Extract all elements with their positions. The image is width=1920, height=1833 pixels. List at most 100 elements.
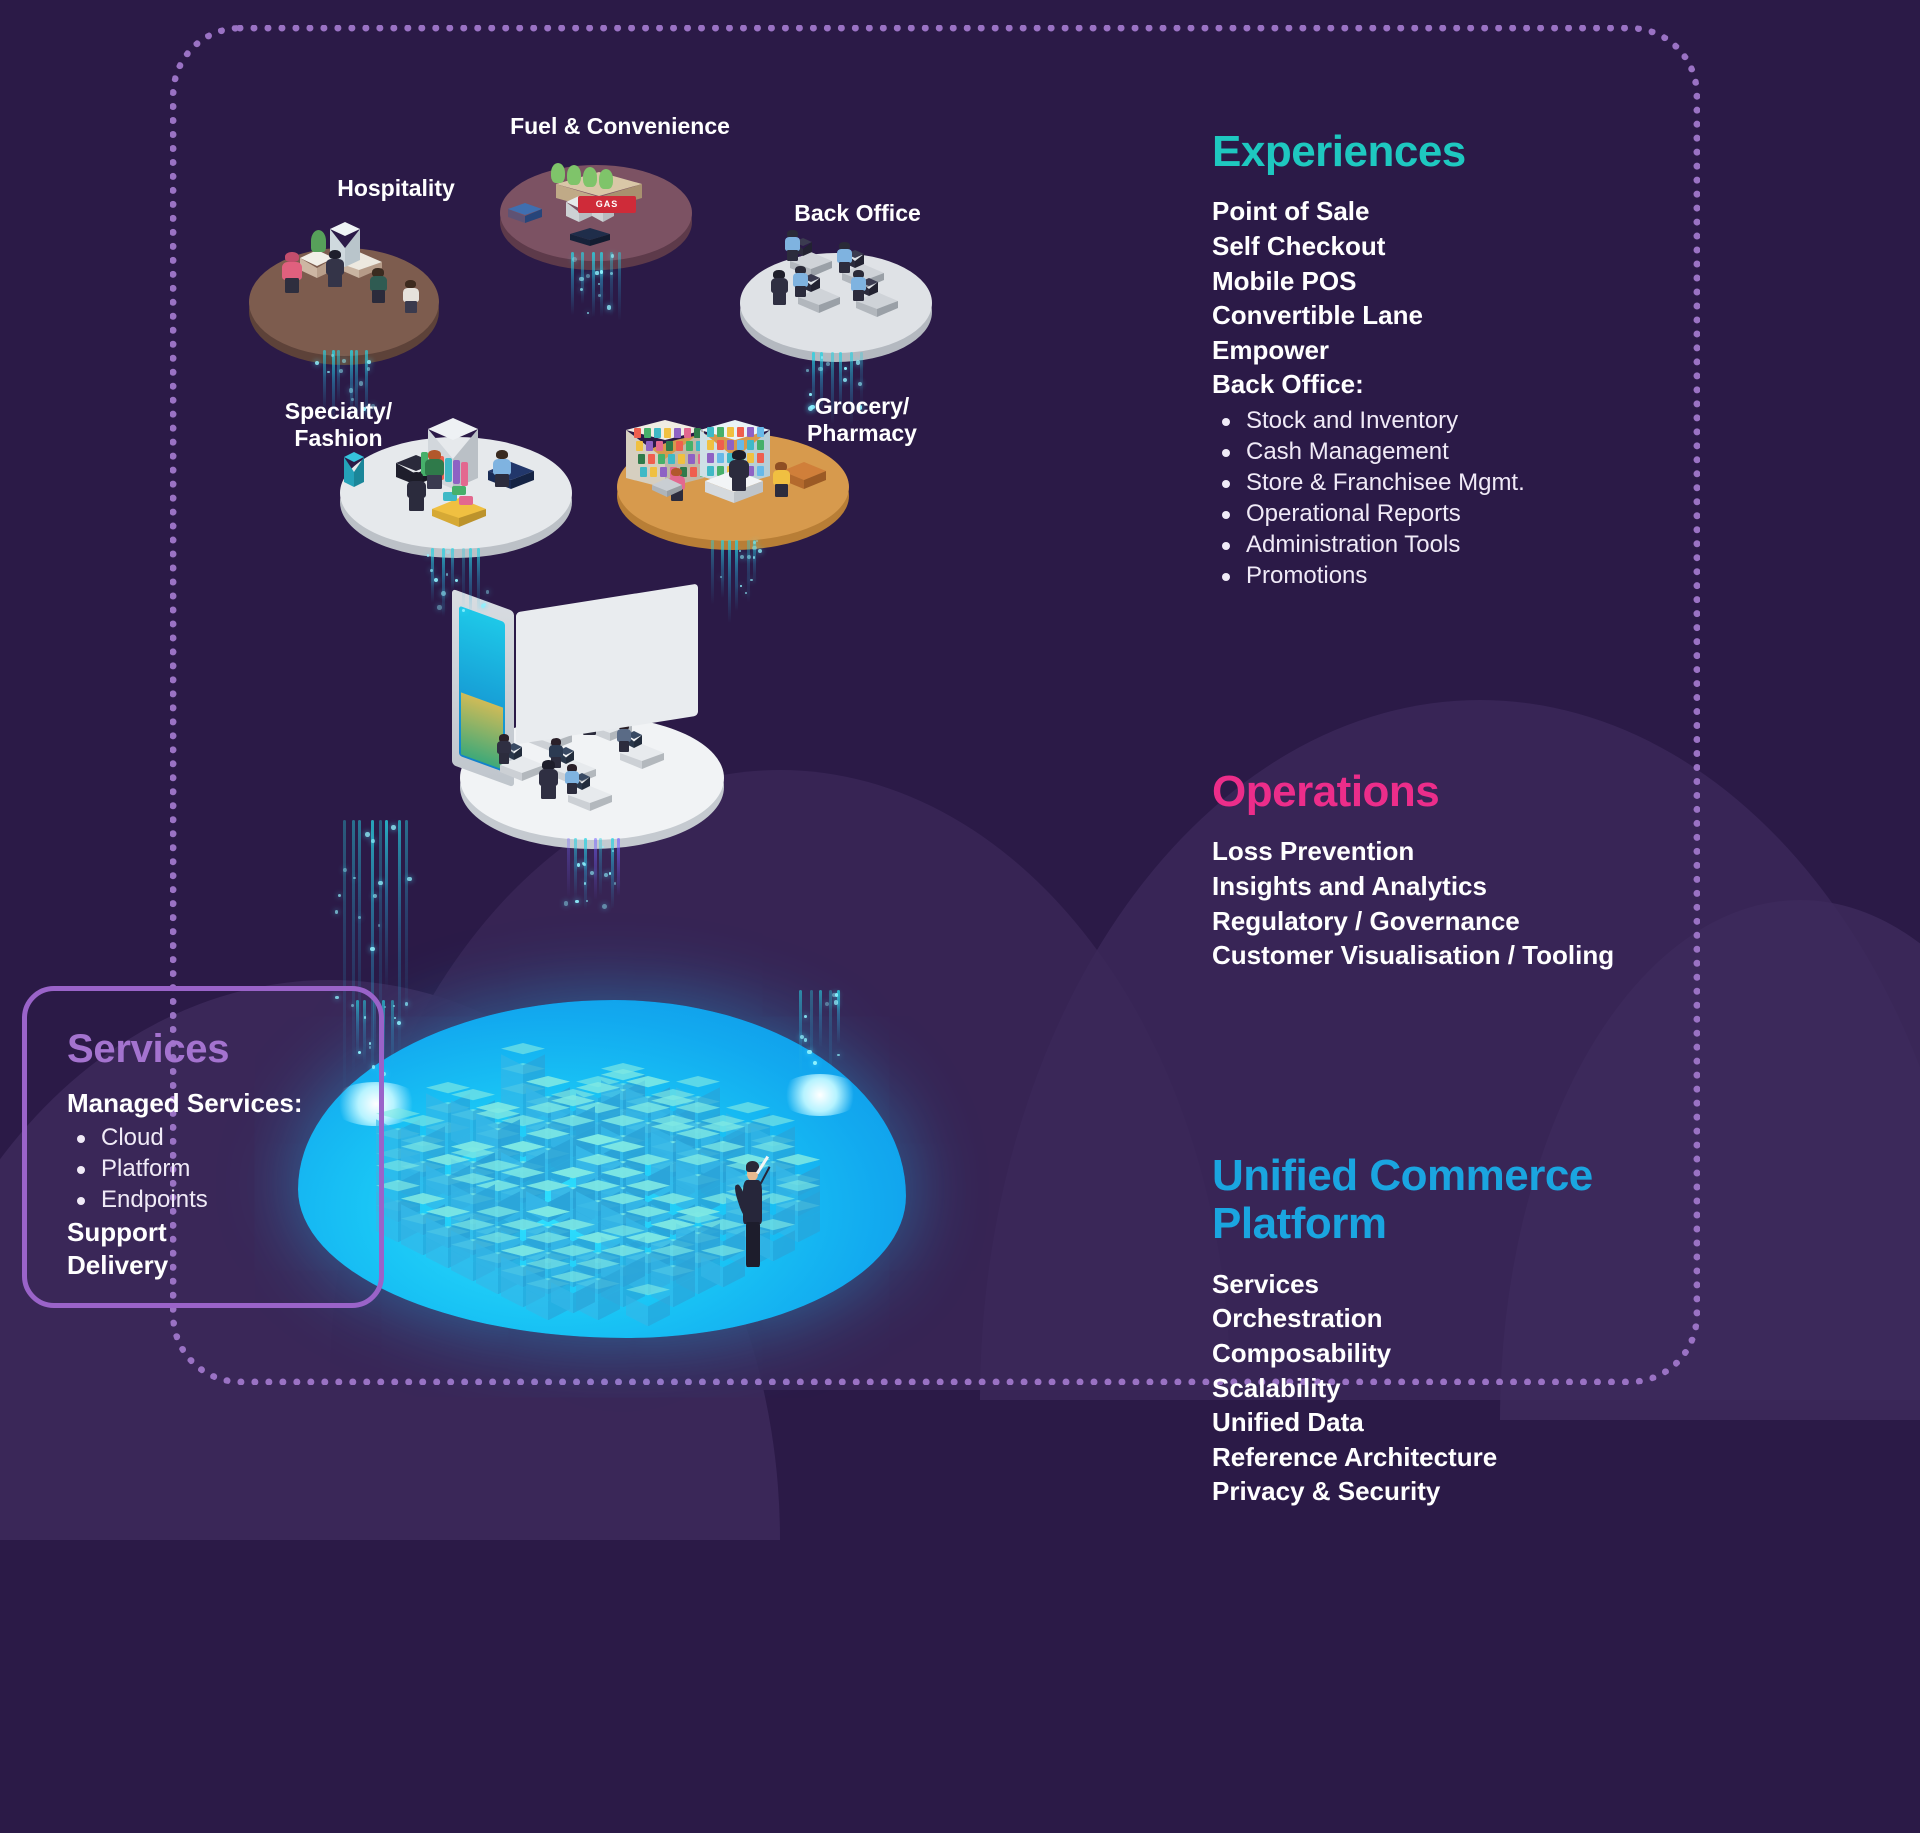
data-beam [720, 540, 724, 598]
data-spark [440, 591, 446, 596]
scene-label-fuel-convenience: Fuel & Convenience [510, 113, 730, 139]
data-beam [450, 548, 454, 592]
shelf-product [757, 453, 764, 463]
services-item-delivery: Delivery [67, 1250, 169, 1281]
shelf-product [660, 467, 667, 477]
scene-label-grocery-pharmacy: Grocery/ Pharmacy [807, 393, 917, 447]
data-spark [834, 1000, 839, 1005]
platform-section: Unified Commerce Platform Services Orche… [1212, 1151, 1593, 1509]
iso-person [402, 280, 420, 313]
shelf-product [668, 454, 675, 464]
shelf-product [707, 453, 714, 463]
shelf-product [656, 441, 663, 451]
data-spark [583, 863, 586, 866]
conductor-figure [732, 1155, 771, 1267]
data-beam [600, 252, 603, 318]
data-spark [806, 369, 809, 372]
data-beam [337, 350, 341, 403]
data-spark [843, 367, 847, 370]
data-beam [405, 820, 409, 1023]
data-beam [711, 540, 715, 605]
shelf-product [727, 427, 734, 437]
experiences-item: Point of Sale [1212, 196, 1370, 227]
iso-person [836, 242, 853, 273]
data-beam [462, 548, 466, 609]
data-spark [752, 545, 757, 551]
operations-item: Insights and Analytics [1212, 870, 1487, 901]
data-beam [594, 838, 598, 900]
data-spark [585, 899, 588, 903]
shelf-product [650, 467, 657, 477]
platform-item: Scalability [1212, 1372, 1341, 1403]
iso-person [728, 450, 750, 491]
platform-item: Reference Architecture [1212, 1441, 1498, 1472]
scene-label-hospitality: Hospitality [337, 175, 455, 201]
data-spark [571, 257, 577, 263]
shelf-product [707, 427, 714, 437]
data-spark [837, 1053, 840, 1057]
services-title: Services [67, 1027, 230, 1071]
data-spark [744, 591, 747, 594]
platform-item: Services [1212, 1268, 1319, 1299]
managed-services-bullet-list: Cloud Platform Endpoints [67, 1123, 343, 1216]
platform-list: Services Orchestration Composability Sca… [1212, 1267, 1593, 1509]
data-spark [391, 825, 396, 830]
iso-box [344, 452, 364, 492]
managed-services-label: Managed Services: [67, 1088, 303, 1118]
data-beam [735, 540, 739, 611]
managed-services-bullet: Platform [67, 1154, 343, 1185]
shelf-product [747, 427, 754, 437]
shelf-product [636, 441, 643, 451]
operations-title: Operations [1212, 767, 1440, 816]
data-spark [597, 282, 601, 286]
clothing-item [461, 462, 468, 486]
iso-person [424, 450, 445, 489]
platform-cube [676, 1154, 720, 1197]
shelf-product [757, 440, 764, 450]
data-spark [342, 359, 346, 364]
shelf-product [658, 454, 665, 464]
data-beam [818, 990, 822, 1049]
experiences-item: Empower [1212, 334, 1330, 365]
data-spark [807, 1049, 812, 1055]
platform-item: Orchestration [1212, 1303, 1383, 1334]
iso-person [538, 760, 559, 799]
data-spark [359, 381, 364, 386]
shelf-product [717, 427, 724, 437]
shelf-product [646, 441, 653, 451]
operations-item: Loss Prevention [1212, 836, 1415, 867]
data-spark [348, 388, 354, 393]
back-office-bullet: Stock and Inventory [1212, 406, 1525, 437]
experiences-item: Mobile POS [1212, 265, 1357, 296]
shelf-product [717, 453, 724, 463]
platform-title: Unified Commerce Platform [1212, 1151, 1593, 1249]
shelf-product [686, 441, 693, 451]
folded-goods [459, 496, 473, 505]
data-spark [606, 304, 612, 310]
shelf-product [644, 428, 651, 438]
data-beam [592, 252, 596, 317]
data-beam [618, 252, 622, 322]
shelf-product [707, 440, 714, 450]
services-item-support: Support [67, 1216, 167, 1247]
back-office-bullet: Administration Tools [1212, 530, 1525, 561]
iso-person [492, 450, 512, 487]
experiences-item: Convertible Lane [1212, 300, 1423, 331]
data-spark [604, 872, 608, 877]
shelf-product [757, 427, 764, 437]
data-spark [365, 832, 370, 837]
data-spark [609, 271, 614, 275]
gas-sign: GAS [578, 196, 636, 213]
data-beam [431, 548, 435, 604]
iso-person [784, 230, 801, 261]
shelf-product [648, 454, 655, 464]
shelf-product [638, 454, 645, 464]
data-spark [583, 881, 587, 885]
data-spark [803, 1038, 808, 1042]
shelf-product [664, 428, 671, 438]
iso-box [652, 478, 682, 504]
data-spark [334, 910, 339, 914]
data-spark [437, 605, 442, 610]
iso-box [570, 228, 610, 252]
experiences-section: Experiences Point of Sale Self Checkout … [1212, 127, 1525, 592]
